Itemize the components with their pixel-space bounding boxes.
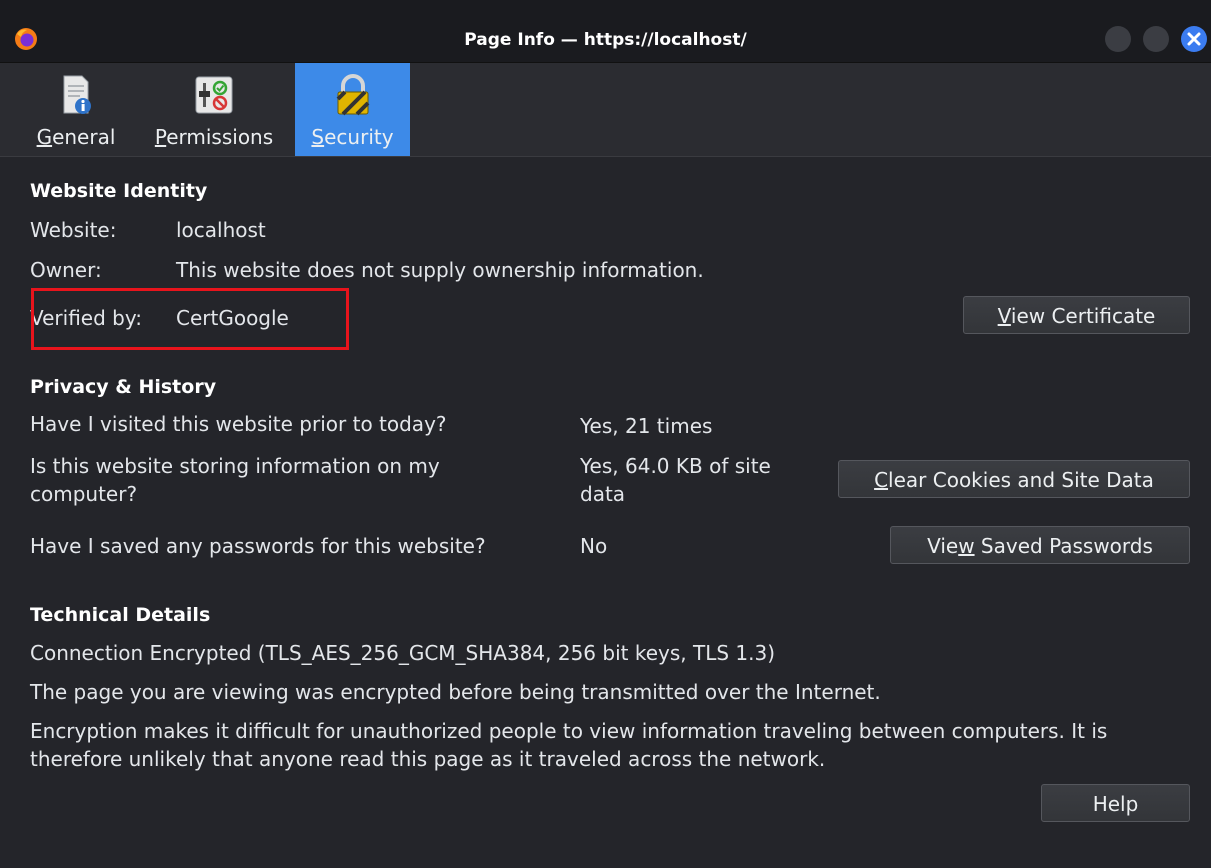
- permissions-toggle-icon: [195, 76, 233, 114]
- privacy-history-heading: Privacy & History: [30, 376, 217, 398]
- verified-by-value: CertGoogle: [176, 306, 289, 330]
- storing-answer-line2: data: [580, 482, 626, 506]
- close-button[interactable]: [1181, 26, 1207, 52]
- padlock-icon: [336, 74, 369, 116]
- website-identity-heading: Website Identity: [30, 180, 208, 202]
- close-icon: [1187, 32, 1201, 46]
- website-value: localhost: [176, 218, 266, 242]
- tab-permissions[interactable]: Permissions: [144, 63, 284, 156]
- visited-answer: Yes, 21 times: [580, 414, 713, 438]
- technical-details-heading: Technical Details: [30, 604, 211, 626]
- minimize-button[interactable]: [1105, 26, 1131, 52]
- view-certificate-button[interactable]: View Certificate: [963, 296, 1190, 334]
- owner-label: Owner:: [30, 258, 102, 282]
- storing-question-line1: Is this website storing information on m…: [30, 454, 440, 478]
- title-bar: Page Info — https://localhost/: [0, 0, 1211, 63]
- clear-cookies-button[interactable]: Clear Cookies and Site Data: [838, 460, 1190, 498]
- document-info-icon: [63, 75, 91, 114]
- verified-by-label: Verified by:: [30, 306, 142, 330]
- visited-question: Have I visited this website prior to tod…: [30, 412, 447, 436]
- tab-general[interactable]: General: [30, 63, 122, 156]
- storing-question-line2: computer?: [30, 482, 138, 506]
- tab-bar: General Permissions Security: [0, 63, 1211, 157]
- maximize-button[interactable]: [1143, 26, 1169, 52]
- website-label: Website:: [30, 218, 117, 242]
- storing-answer-line1: Yes, 64.0 KB of site: [580, 454, 771, 478]
- owner-value: This website does not supply ownership i…: [176, 258, 704, 282]
- window-title: Page Info — https://localhost/: [464, 30, 747, 50]
- encryption-detail-line2: therefore unlikely that anyone read this…: [30, 747, 826, 771]
- connection-encrypted-text: Connection Encrypted (TLS_AES_256_GCM_SH…: [30, 641, 775, 665]
- tab-security[interactable]: Security: [295, 63, 410, 156]
- encryption-detail-line1: Encryption makes it difficult for unauth…: [30, 719, 1108, 743]
- view-saved-passwords-button[interactable]: View Saved Passwords: [890, 526, 1190, 564]
- passwords-question: Have I saved any passwords for this webs…: [30, 534, 486, 558]
- encryption-explanation-text: The page you are viewing was encrypted b…: [30, 680, 881, 704]
- passwords-answer: No: [580, 534, 608, 558]
- help-button[interactable]: Help: [1041, 784, 1190, 822]
